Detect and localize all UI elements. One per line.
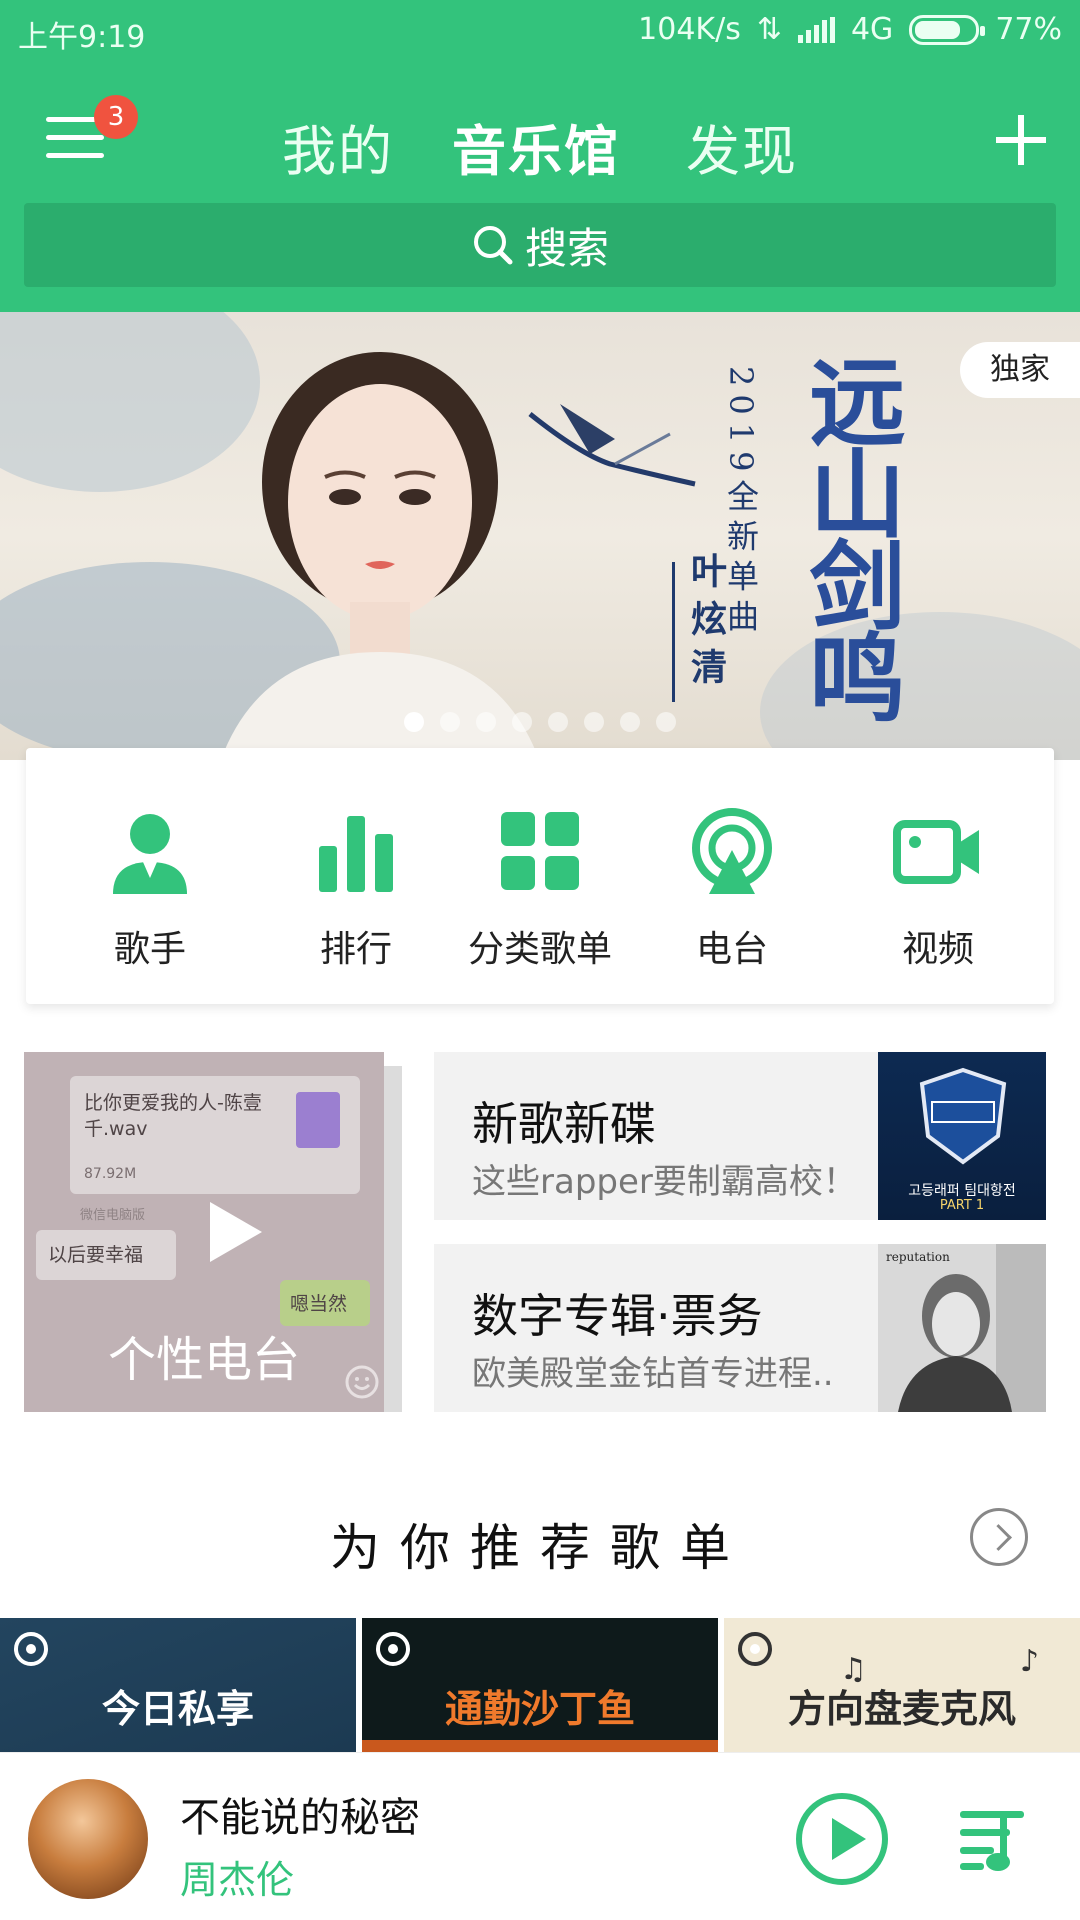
category-label: 分类歌单 (467, 929, 612, 970)
playlist-tile[interactable]: 方向盘麦克风 ♫ ♪ (724, 1618, 1080, 1752)
carousel-dot[interactable] (440, 712, 460, 732)
carousel-dot[interactable] (584, 712, 604, 732)
grid-icon (495, 806, 585, 896)
tab-music-hall[interactable]: 音乐馆 (452, 107, 620, 186)
top-header: 上午9:19 104K/s ⇅ 4G 77% 3 我的 音乐馆 发现 搜索 (0, 0, 1080, 312)
personal-radio-card[interactable]: 比你更爱我的人-陈壹千.wav 87.92M 微信电脑版 以后要幸福 嗯当然 个… (24, 1052, 384, 1412)
chat-file-bubble: 比你更爱我的人-陈壹千.wav 87.92M (70, 1076, 360, 1194)
tab-mine[interactable]: 我的 (282, 107, 394, 186)
play-icon (210, 1202, 262, 1262)
chat-bubble-left: 以后要幸福 (36, 1230, 176, 1280)
battery-icon (909, 14, 986, 45)
playlist-name: 今日私享 (101, 1687, 254, 1731)
playlist-name: 通勤沙丁鱼 (444, 1687, 635, 1731)
more-arrow-icon[interactable] (970, 1508, 1028, 1566)
status-indicators: 104K/s ⇅ 4G 77% (638, 12, 1062, 47)
feature-title: 数字专辑·票务 (472, 1289, 763, 1343)
digital-album-thumbnail: reputation (878, 1244, 1046, 1412)
digital-album-card[interactable]: 数字专辑·票务 欧美殿堂金钻首专进程.. reputation (434, 1244, 1046, 1412)
category-card: 歌手 排行 分类歌单 电台 视频 (26, 748, 1054, 1004)
notification-badge: 3 (94, 95, 138, 139)
new-releases-thumbnail: 고등래퍼 팀대항전 PART 1 (878, 1052, 1046, 1220)
banner-artist-text: 叶炫清 (685, 552, 727, 696)
vinyl-icon (376, 1632, 410, 1666)
new-releases-card[interactable]: 新歌新碟 这些rapper要制霸高校！ 고등래퍼 팀대항전 PART 1 (434, 1052, 1046, 1220)
carousel-dot[interactable] (512, 712, 532, 732)
mini-player[interactable]: 不能说的秘密 周杰伦 (0, 1752, 1080, 1920)
search-label: 搜索 (524, 223, 609, 273)
radio-icon (687, 806, 777, 896)
music-note-icon: ♫ (840, 1652, 867, 1687)
section-title: 为你推荐歌单 (330, 1519, 750, 1577)
battery-percent: 77% (995, 12, 1062, 47)
category-video[interactable]: 视频 (838, 806, 1038, 972)
carousel-dots (404, 712, 676, 732)
banner-title-text: 远山剑鸣 (793, 352, 906, 720)
nav-row: 3 我的 音乐馆 发现 (0, 85, 1080, 195)
music-file-icon (296, 1092, 340, 1148)
personal-radio-title: 个性电台 (107, 1332, 300, 1388)
feature-subtitle: 这些rapper要制霸高校！ (472, 1162, 857, 1202)
emoji-icon (345, 1365, 379, 1399)
bird-icon (528, 404, 696, 487)
network-speed: 104K/s (638, 12, 741, 47)
carousel-dot[interactable] (656, 712, 676, 732)
song-artist: 周杰伦 (180, 1858, 295, 1902)
song-title: 不能说的秘密 (180, 1795, 420, 1841)
category-chart[interactable]: 排行 (256, 806, 456, 972)
data-arrows-icon: ⇅ (756, 12, 782, 47)
album-cover[interactable] (28, 1779, 148, 1899)
vinyl-icon (14, 1632, 48, 1666)
status-bar: 上午9:19 104K/s ⇅ 4G 77% (0, 0, 1080, 62)
carousel-dot[interactable] (404, 712, 424, 732)
play-button[interactable] (796, 1793, 888, 1885)
status-time: 上午9:19 (18, 20, 146, 55)
search-icon (473, 226, 513, 265)
category-label: 排行 (319, 929, 392, 970)
playlist-name: 方向盘麦克风 (787, 1687, 1016, 1731)
playlist-tile[interactable]: 今日私享 (0, 1618, 356, 1752)
signal-icon (797, 16, 835, 43)
category-singer[interactable]: 歌手 (50, 806, 250, 972)
playlist-tile[interactable]: 通勤沙丁鱼 (362, 1618, 718, 1752)
menu-button[interactable]: 3 (46, 95, 138, 165)
category-playlists[interactable]: 分类歌单 (440, 806, 640, 972)
carousel-dot[interactable] (620, 712, 640, 732)
feature-title: 新歌新碟 (472, 1097, 656, 1151)
playlist-queue-icon[interactable] (960, 1809, 1030, 1871)
carousel-dot[interactable] (476, 712, 496, 732)
tab-discover[interactable]: 发现 (686, 107, 798, 186)
card-stack-shadow (384, 1066, 402, 1412)
vinyl-icon (738, 1632, 772, 1666)
network-type: 4G (850, 12, 894, 47)
carousel-dot[interactable] (548, 712, 568, 732)
shield-icon (919, 1067, 1007, 1165)
singer-icon (105, 806, 195, 896)
singer-portrait-image (220, 352, 540, 760)
promo-banner[interactable]: 2019全新单曲 叶炫清 远山剑鸣 独家 (0, 312, 1080, 760)
category-radio[interactable]: 电台 (632, 806, 832, 972)
video-icon (893, 806, 983, 896)
category-label: 歌手 (113, 929, 186, 970)
search-bar[interactable]: 搜索 (24, 203, 1056, 287)
chart-icon (311, 806, 401, 896)
exclusive-tag: 独家 (960, 342, 1080, 398)
category-label: 电台 (695, 929, 768, 970)
category-label: 视频 (901, 929, 974, 970)
add-button[interactable] (992, 111, 1050, 169)
feature-subtitle: 欧美殿堂金钻首专进程.. (472, 1354, 834, 1394)
music-note-icon: ♪ (1020, 1644, 1040, 1679)
